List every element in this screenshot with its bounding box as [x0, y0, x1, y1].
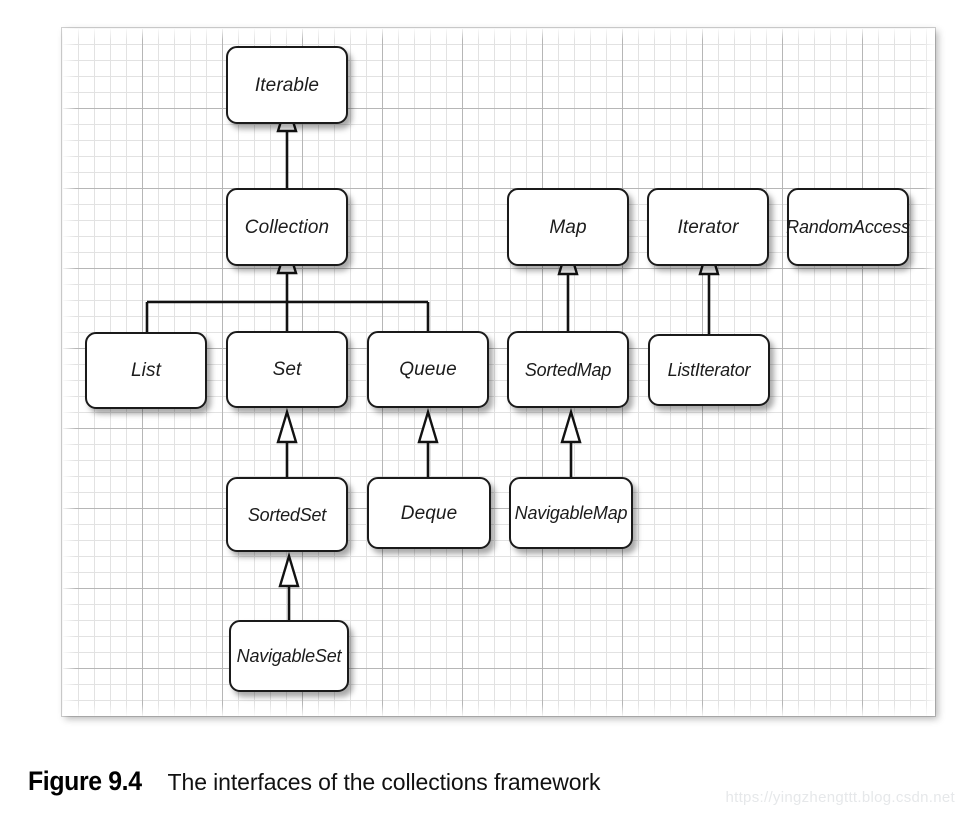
node-label-iterable: Iterable: [254, 74, 320, 96]
node-navigableset[interactable]: NavigableSet: [229, 620, 349, 692]
node-label-list: List: [131, 360, 161, 381]
node-queue[interactable]: Queue: [367, 331, 489, 408]
node-label-navigablemap: NavigableMap: [514, 503, 628, 523]
node-collection[interactable]: Collection: [226, 188, 348, 266]
node-sortedmap[interactable]: SortedMap: [507, 331, 629, 408]
node-label-collection: Collection: [244, 216, 330, 238]
edge-navigablemap-to-sortedmap: [560, 407, 582, 477]
node-label-sortedmap: SortedMap: [524, 359, 612, 380]
node-navigablemap[interactable]: NavigableMap: [509, 477, 633, 549]
figure-caption-text: The interfaces of the collections framew…: [167, 769, 601, 795]
node-iterator[interactable]: Iterator: [647, 188, 769, 266]
node-listiterator[interactable]: ListIterator: [648, 334, 770, 406]
figure-number: Figure 9.4: [28, 766, 142, 796]
node-map[interactable]: Map: [507, 188, 629, 266]
node-label-queue: Queue: [399, 359, 457, 380]
node-label-iterator: Iterator: [677, 216, 739, 238]
node-label-set: Set: [272, 359, 302, 380]
watermark-url: https://yingzhengttt.blog.csdn.net: [725, 789, 955, 806]
edge-sortedset-to-set: [276, 407, 298, 477]
node-label-deque: Deque: [400, 502, 458, 524]
node-iterable[interactable]: Iterable: [226, 46, 348, 124]
figure-grid-panel: Iterable --> Collection --> Map --> Iter…: [62, 28, 935, 716]
node-label-sortedset: SortedSet: [247, 504, 327, 525]
node-randomaccess[interactable]: RandomAccess: [786, 188, 910, 266]
node-label-navigableset: NavigableSet: [236, 646, 342, 666]
node-label-map: Map: [549, 216, 587, 238]
figure-caption: Figure 9.4 The interfaces of the collect…: [28, 766, 601, 797]
node-deque[interactable]: Deque: [367, 477, 491, 549]
edge-navigableset-to-sortedset: [278, 551, 300, 620]
node-sortedset[interactable]: SortedSet: [226, 477, 348, 552]
node-label-randomaccess: RandomAccess: [786, 217, 910, 237]
node-set[interactable]: Set: [226, 331, 348, 408]
node-label-listiterator: ListIterator: [667, 360, 751, 380]
node-list[interactable]: List: [85, 332, 207, 409]
edge-deque-to-queue: [417, 407, 439, 477]
